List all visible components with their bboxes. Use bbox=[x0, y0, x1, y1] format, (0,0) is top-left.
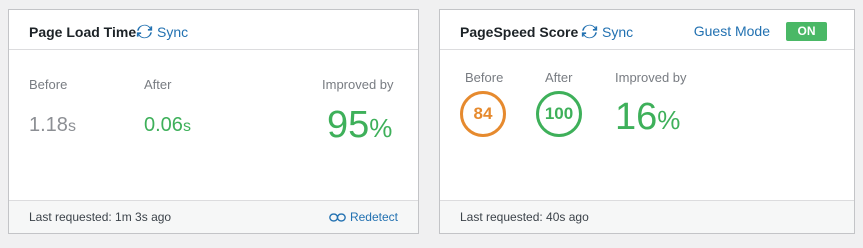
improved-label: Improved by bbox=[615, 70, 687, 85]
improved-number: 16 bbox=[615, 96, 658, 138]
link-icon bbox=[329, 212, 346, 222]
before-unit: s bbox=[67, 118, 76, 135]
improved-value: 16% bbox=[615, 96, 680, 139]
sync-label: Sync bbox=[602, 23, 634, 40]
before-label: Before bbox=[465, 70, 504, 85]
sync-icon bbox=[581, 24, 598, 39]
improved-unit: % bbox=[657, 105, 681, 135]
before-score-circle: 84 bbox=[460, 91, 506, 137]
last-requested-text: Last requested: 40s ago bbox=[460, 210, 589, 224]
card-title: PageSpeed Score bbox=[460, 24, 579, 40]
sync-button[interactable]: Sync bbox=[136, 23, 188, 40]
improved-value: 95% bbox=[327, 104, 392, 147]
card-title: Page Load Time bbox=[29, 24, 137, 40]
after-score: 100 bbox=[544, 104, 574, 123]
after-value: 0.06s bbox=[144, 114, 191, 137]
after-unit: s bbox=[182, 118, 191, 135]
after-label: After bbox=[144, 77, 172, 92]
card-header: Page Load Time Sync bbox=[9, 10, 418, 50]
redetect-label: Redetect bbox=[349, 210, 398, 224]
redetect-link[interactable]: Redetect bbox=[329, 210, 398, 224]
improved-label: Improved by bbox=[322, 77, 394, 92]
guest-mode-toggle[interactable]: ON bbox=[786, 22, 827, 41]
before-score: 84 bbox=[473, 104, 493, 123]
card-footer: Last requested: 40s ago bbox=[440, 200, 854, 233]
sync-button[interactable]: Sync bbox=[581, 23, 633, 40]
before-number: 1.18 bbox=[29, 114, 68, 136]
after-label: After bbox=[545, 70, 573, 85]
guest-mode-label: Guest Mode bbox=[693, 23, 770, 39]
improved-number: 95 bbox=[327, 104, 370, 146]
improved-unit: % bbox=[369, 113, 393, 143]
before-label: Before bbox=[29, 77, 68, 92]
sync-icon bbox=[136, 24, 153, 39]
last-requested-text: Last requested: 1m 3s ago bbox=[29, 210, 172, 224]
before-value: 1.18s bbox=[29, 114, 76, 137]
after-number: 0.06 bbox=[144, 114, 183, 136]
page-load-time-card: Page Load Time Sync Before 1.18s After 0… bbox=[8, 9, 419, 234]
pagespeed-score-card: PageSpeed Score Sync Guest Mode ON Befor… bbox=[439, 9, 855, 234]
after-score-circle: 100 bbox=[536, 91, 582, 137]
sync-label: Sync bbox=[157, 23, 189, 40]
card-footer: Last requested: 1m 3s ago Redetect bbox=[9, 200, 418, 233]
card-header: PageSpeed Score Sync Guest Mode ON bbox=[440, 10, 854, 50]
